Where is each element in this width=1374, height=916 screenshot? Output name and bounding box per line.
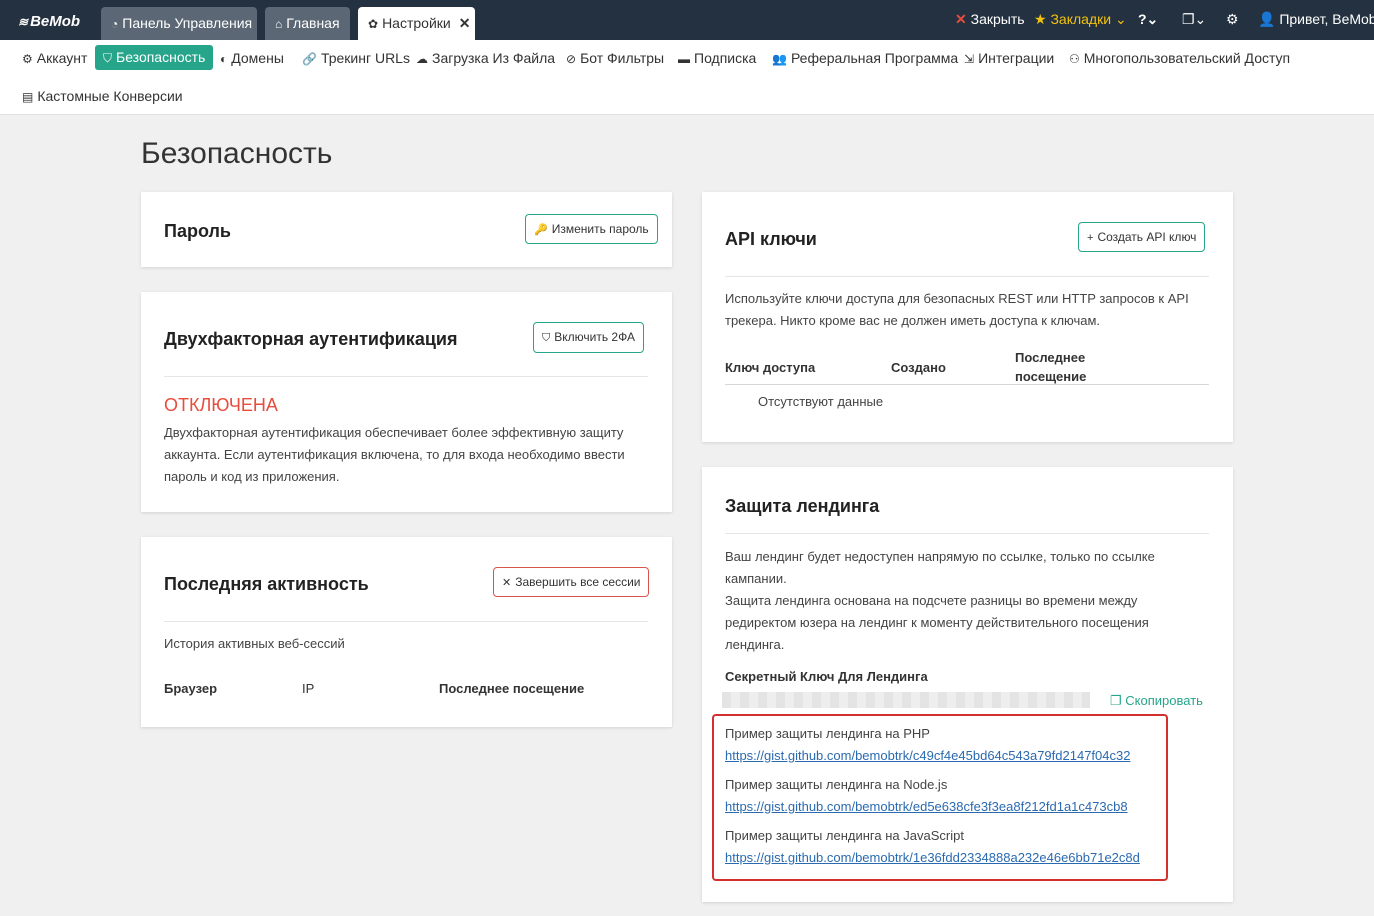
nav-custom-conversions[interactable]: ▤ Кастомные Конверсии	[14, 84, 191, 108]
shield-icon: ⛉	[542, 332, 551, 344]
nav-integrations[interactable]: ⇲ Интеграции	[956, 46, 1062, 70]
user-icon: 👤	[1258, 11, 1276, 27]
api-desc-line-1: Используйте ключи доступа для безопасных…	[725, 291, 1189, 306]
empty-state: Отсутствуют данные	[758, 394, 884, 409]
settings-nav: ⚙ Аккаунт ⛉ Безопасность ◐ Домены 🔗 Трекинг …	[0, 40, 1374, 115]
api-title: API ключи	[725, 229, 817, 249]
windows-icon: ❐⌄	[1182, 11, 1207, 27]
bookmarks-button[interactable]: ★ Закладки ⌄	[1034, 11, 1127, 28]
activity-card: Последняя активность ✕ Завершить все сесс…	[141, 537, 672, 727]
gear-icon: ⚙	[22, 52, 33, 66]
landing-desc-line-5: лендинга.	[725, 637, 785, 652]
nav-subscription[interactable]: ▬ Подписка	[670, 46, 764, 70]
column-access-key[interactable]: Ключ доступа	[725, 360, 815, 375]
star-icon: ★	[1034, 11, 1047, 27]
settings-gear-icon: ⚙	[1226, 11, 1239, 27]
globe-icon: ◐	[220, 52, 228, 66]
nav-multiuser[interactable]: ⚇ Многопользовательский Доступ	[1061, 46, 1298, 70]
chevron-down-icon: ⌄	[1114, 11, 1127, 27]
column-browser[interactable]: Браузер	[164, 681, 217, 696]
key-icon: 🔑	[534, 224, 548, 236]
activity-subtitle: История активных веб-сессий	[164, 636, 345, 651]
help-icon: ?⌄	[1138, 11, 1159, 27]
column-last-visit-line-1[interactable]: Последнее	[1015, 350, 1085, 365]
copy-icon: ❐	[1110, 693, 1122, 708]
landing-desc-line-4: редиректом юзера на лендинг к моменту де…	[725, 615, 1149, 630]
nav-tracking-urls[interactable]: 🔗 Трекинг URLs	[294, 46, 418, 70]
twofa-desc-line-2: аккаунта. Если аутентификация включена, …	[164, 447, 625, 462]
logo-icon: ≋	[18, 15, 29, 29]
divider	[164, 621, 648, 622]
home-icon: ⌂	[275, 17, 283, 31]
users-cog-icon: ⚇	[1069, 52, 1080, 66]
credit-card-icon: ▬	[678, 52, 690, 66]
copy-button[interactable]: ❐ Скопировать	[1110, 693, 1203, 709]
file-icon: ▤	[22, 90, 34, 104]
enable-2fa-button[interactable]: ⛉ Включить 2ФА	[533, 322, 644, 353]
divider	[164, 376, 648, 377]
highlight-box	[712, 714, 1168, 881]
end-all-sessions-button[interactable]: ✕ Завершить все сессии	[493, 567, 650, 597]
users-icon: 👥	[772, 52, 787, 66]
column-last-visit[interactable]: Последнее посещение	[439, 681, 584, 696]
tab-dashboard[interactable]: ◔ Панель Управления	[101, 7, 257, 40]
gear-icon: ✿	[368, 17, 379, 31]
close-button[interactable]: ✕ Закрыть	[955, 11, 1025, 28]
activity-title: Последняя активность	[164, 574, 369, 594]
nav-referral[interactable]: 👥 Реферальная Программа	[764, 46, 966, 70]
page-title: Безопасность	[141, 137, 333, 170]
column-created[interactable]: Создано	[891, 360, 946, 375]
column-ip[interactable]: IP	[302, 681, 314, 696]
close-icon: ✕	[502, 577, 512, 589]
settings-button[interactable]: ⚙	[1226, 11, 1239, 28]
help-button[interactable]: ?⌄	[1138, 11, 1158, 28]
landing-desc-line-2: кампании.	[725, 571, 787, 586]
file-import-icon: ⇲	[964, 52, 975, 66]
ban-icon: ⊘	[566, 52, 577, 66]
twofa-card: Двухфакторная аутентификация ⛉ Включить 2…	[141, 292, 672, 512]
password-title: Пароль	[164, 221, 231, 241]
plus-icon: +	[1087, 232, 1094, 244]
link-icon: 🔗	[302, 52, 317, 66]
top-bar: ≋ BeMob ◔ Панель Управления ⌂ Главная ✿ Наст…	[0, 0, 1374, 40]
bemob-logo[interactable]: ≋ BeMob	[18, 13, 80, 30]
api-desc-line-2: трекера. Никто кроме вас не должен иметь…	[725, 313, 1101, 328]
secret-key-label: Секретный Ключ Для Лендинга	[725, 669, 928, 684]
api-keys-card: API ключи + Создать API ключ Используйте …	[702, 192, 1233, 442]
nav-bot-filters[interactable]: ⊘ Бот Фильтры	[558, 46, 672, 70]
close-tab-icon[interactable]: ✕	[459, 15, 471, 31]
divider	[725, 533, 1209, 534]
tab-settings[interactable]: ✿ Настройки ✕	[358, 7, 475, 40]
nav-upload[interactable]: ☁ Загрузка Из Файла	[408, 46, 563, 70]
close-icon: ✕	[955, 11, 967, 27]
landing-title: Защита лендинга	[725, 496, 880, 516]
password-card: Пароль 🔑 Изменить пароль	[141, 192, 672, 267]
divider	[725, 276, 1209, 277]
dashboard-icon: ◔	[111, 17, 119, 31]
twofa-desc-line-1: Двухфакторная аутентификация обеспечивае…	[164, 425, 624, 440]
twofa-status: ОТКЛЮЧЕНА	[164, 395, 278, 415]
windows-button[interactable]: ❐⌄	[1182, 11, 1206, 28]
create-api-key-button[interactable]: + Создать API ключ	[1078, 222, 1206, 252]
twofa-desc-line-3: пароль и код из приложения.	[164, 469, 340, 484]
nav-domains[interactable]: ◐ Домены	[212, 46, 292, 70]
nav-security[interactable]: ⛉ Безопасность	[95, 45, 214, 70]
table-header-divider	[725, 384, 1209, 385]
twofa-title: Двухфакторная аутентификация	[164, 329, 458, 349]
landing-desc-line-3: Защита лендинга основана на подсчете раз…	[725, 593, 1138, 608]
tab-home[interactable]: ⌂ Главная	[265, 7, 350, 40]
secret-key-value[interactable]	[722, 692, 1090, 708]
column-last-visit-line-2[interactable]: посещение	[1015, 369, 1086, 384]
landing-desc-line-1: Ваш лендинг будет недоступен напрямую по…	[725, 549, 1155, 564]
cloud-upload-icon: ☁	[416, 52, 428, 66]
nav-account[interactable]: ⚙ Аккаунт	[14, 46, 95, 70]
user-menu[interactable]: 👤 Привет, BeMob	[1258, 11, 1374, 28]
change-password-button[interactable]: 🔑 Изменить пароль	[525, 214, 658, 244]
shield-icon: ⛉	[103, 51, 113, 65]
